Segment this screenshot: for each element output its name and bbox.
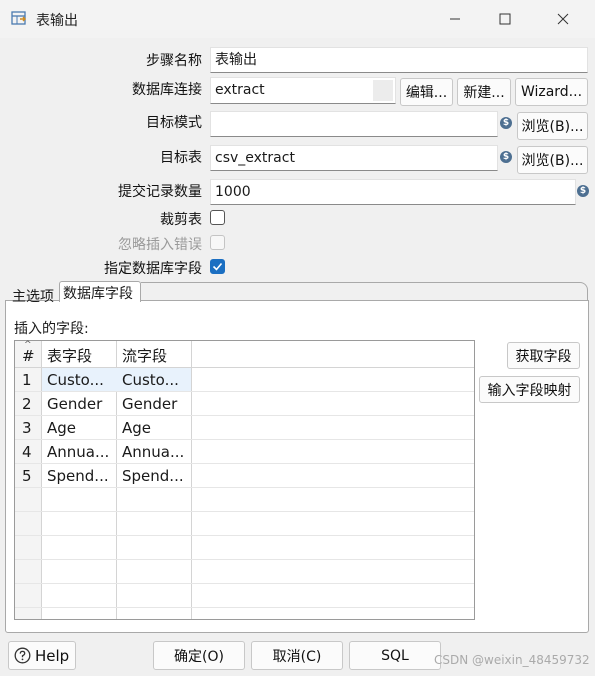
- tab-db-fields-label: 数据库字段: [63, 286, 133, 302]
- specify-fields-checkbox[interactable]: [210, 259, 225, 274]
- commit-size-input[interactable]: 1000: [210, 179, 576, 205]
- stream-field-cell[interactable]: Annua...: [117, 440, 191, 464]
- row-number: 5: [22, 467, 32, 485]
- window-title: 表输出: [36, 13, 78, 29]
- wizard-button[interactable]: Wizard...: [515, 78, 588, 106]
- target-schema-label: 目标模式: [146, 115, 202, 131]
- stream-field-cell[interactable]: Gender: [117, 392, 191, 416]
- table-field-cell[interactable]: Annua...: [42, 440, 116, 464]
- tab-strip-border: [141, 282, 588, 301]
- db-connection-value: extract: [215, 82, 265, 98]
- title-bar: 表输出: [0, 0, 595, 38]
- close-icon[interactable]: [541, 4, 585, 34]
- ignore-errors-label: 忽略插入错误: [118, 237, 202, 253]
- get-fields-button[interactable]: 获取字段: [507, 342, 580, 369]
- stream-field-cell[interactable]: Spend...: [117, 464, 191, 488]
- variable-icon: $: [500, 151, 512, 163]
- step-name-label: 步骤名称: [146, 53, 202, 69]
- row-number: 2: [22, 395, 32, 413]
- check-icon: [212, 262, 223, 271]
- browse-table-button[interactable]: 浏览(B)...: [517, 146, 588, 174]
- row-number: 3: [22, 419, 32, 437]
- help-icon: [14, 647, 31, 664]
- dropdown-arrow-area[interactable]: [373, 80, 393, 101]
- target-table-input[interactable]: csv_extract: [210, 145, 498, 171]
- row-number: 1: [22, 371, 32, 389]
- table-field-cell[interactable]: Spend...: [42, 464, 116, 488]
- table-field-cell[interactable]: Custo...: [42, 368, 116, 392]
- stream-field-cell[interactable]: Age: [117, 416, 191, 440]
- table-field-cell[interactable]: Gender: [42, 392, 116, 416]
- specify-fields-label: 指定数据库字段: [104, 261, 202, 277]
- target-schema-input[interactable]: [210, 111, 498, 137]
- target-table-label: 目标表: [160, 150, 202, 166]
- fields-panel-title: 插入的字段:: [14, 321, 89, 337]
- stream-field-cell[interactable]: Custo...: [117, 368, 191, 392]
- ignore-errors-checkbox[interactable]: [210, 235, 225, 250]
- truncate-checkbox[interactable]: [210, 210, 225, 225]
- db-connection-select[interactable]: extract: [210, 77, 396, 104]
- fields-table[interactable]: ^ # 表字段 流字段 1 Custo... Custo... 2 Gender…: [14, 340, 475, 620]
- cancel-button[interactable]: 取消(C): [251, 641, 343, 670]
- minimize-icon[interactable]: [433, 4, 477, 34]
- help-label: Help: [35, 646, 70, 665]
- column-header-table-field[interactable]: 表字段: [42, 344, 116, 368]
- help-button[interactable]: Help: [8, 641, 76, 670]
- tab-main-options[interactable]: 主选项: [8, 284, 58, 306]
- field-mapping-button[interactable]: 输入字段映射: [479, 376, 580, 403]
- db-connection-label: 数据库连接: [132, 82, 202, 98]
- variable-icon: $: [577, 185, 589, 197]
- ok-button[interactable]: 确定(O): [153, 641, 245, 670]
- column-header-number[interactable]: #: [19, 344, 41, 368]
- watermark: CSDN @weixin_48459732: [434, 653, 590, 667]
- variable-icon: $: [500, 117, 512, 129]
- table-field-cell[interactable]: Age: [42, 416, 116, 440]
- step-name-input[interactable]: 表输出: [210, 47, 588, 73]
- column-header-stream-field[interactable]: 流字段: [117, 344, 191, 368]
- table-output-app-icon: [11, 11, 26, 25]
- new-connection-button[interactable]: 新建...: [457, 78, 511, 106]
- row-number: 4: [22, 443, 32, 461]
- truncate-label: 裁剪表: [160, 212, 202, 228]
- maximize-icon[interactable]: [483, 4, 527, 34]
- sql-button[interactable]: SQL: [349, 641, 441, 670]
- tab-db-fields[interactable]: 数据库字段: [59, 281, 141, 302]
- browse-schema-button[interactable]: 浏览(B)...: [517, 112, 588, 140]
- commit-size-label: 提交记录数量: [118, 184, 202, 200]
- edit-connection-button[interactable]: 编辑...: [400, 78, 453, 106]
